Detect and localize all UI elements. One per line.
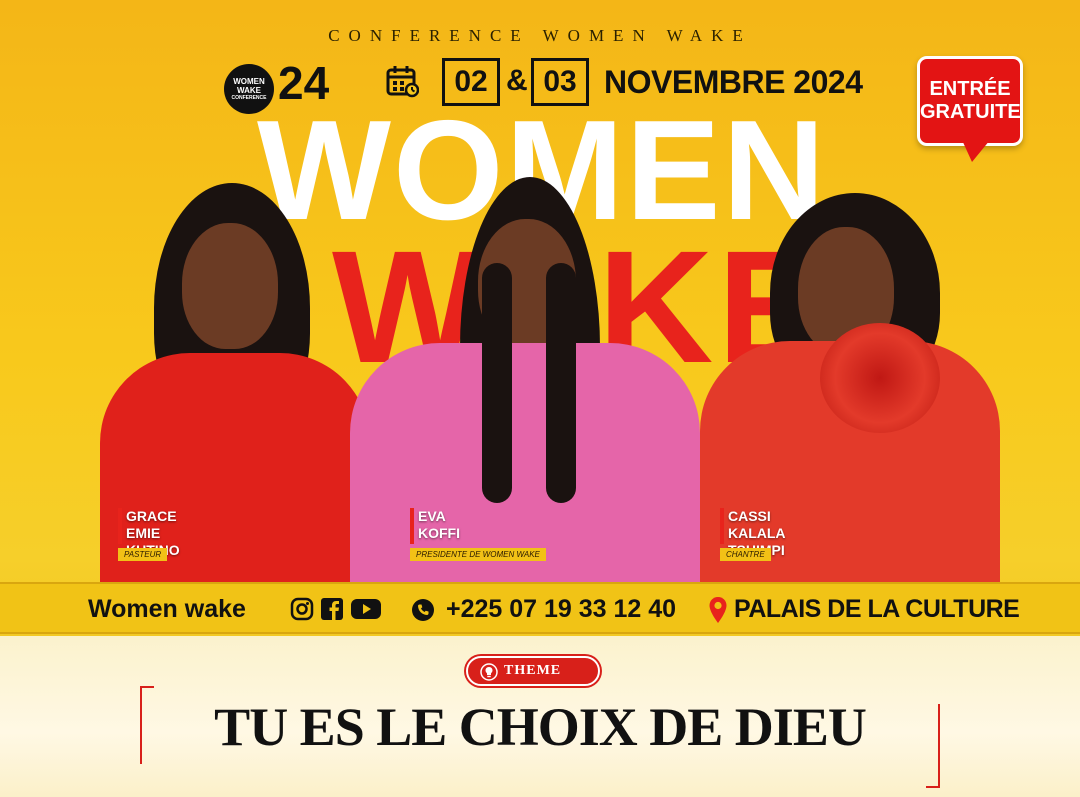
event-poster: CONFERENCE WOMEN WAKE WOMEN WAKE CONFERE… [0, 0, 1080, 797]
youtube-icon[interactable] [350, 597, 382, 621]
theme-badge: THEME [466, 656, 600, 686]
speaker-photo-2 [350, 177, 700, 583]
free-entry-line2: GRATUITE [920, 101, 1021, 123]
theme-label: THEME [504, 663, 562, 678]
free-entry-badge: ENTRÉE GRATUITE [917, 56, 1023, 146]
speaker-2-name-line1: EVA [418, 508, 446, 524]
facebook-icon[interactable] [320, 597, 344, 621]
conference-tagline: CONFERENCE WOMEN WAKE [328, 26, 752, 45]
theme-title: TU ES LE CHOIX DE DIEU [214, 697, 867, 757]
venue-name: PALAIS DE LA CULTURE [734, 595, 1020, 623]
phone-icon [412, 599, 434, 621]
speaker-3-role: CHANTRE [720, 548, 771, 561]
phone-number: +225 07 19 33 12 40 [446, 595, 677, 623]
free-entry-line1: ENTRÉE [929, 78, 1011, 100]
speaker-1-role: PASTEUR [118, 548, 168, 561]
lightbulb-icon [480, 663, 498, 681]
brand-name: Women wake [88, 595, 246, 623]
location-pin-icon [709, 597, 727, 623]
theme-section: THEME TU ES LE CHOIX DE DIEU [0, 636, 1080, 797]
contact-bar: Women wake +225 07 19 33 12 40 PALAIS DE… [0, 582, 1080, 634]
speaker-2-name-line2: KOFFI [418, 525, 460, 541]
logo-text-women: WOMEN [233, 76, 265, 86]
instagram-icon[interactable] [290, 597, 314, 621]
speaker-3-name-line1: CASSI KALALA [728, 508, 786, 541]
speech-bubble-tail [962, 140, 990, 162]
speaker-2-role: PRESIDENTE DE WOMEN WAKE [410, 548, 546, 561]
rose-accessory [820, 323, 940, 433]
speaker-1-name-line1: GRACE EMIE [126, 508, 177, 541]
